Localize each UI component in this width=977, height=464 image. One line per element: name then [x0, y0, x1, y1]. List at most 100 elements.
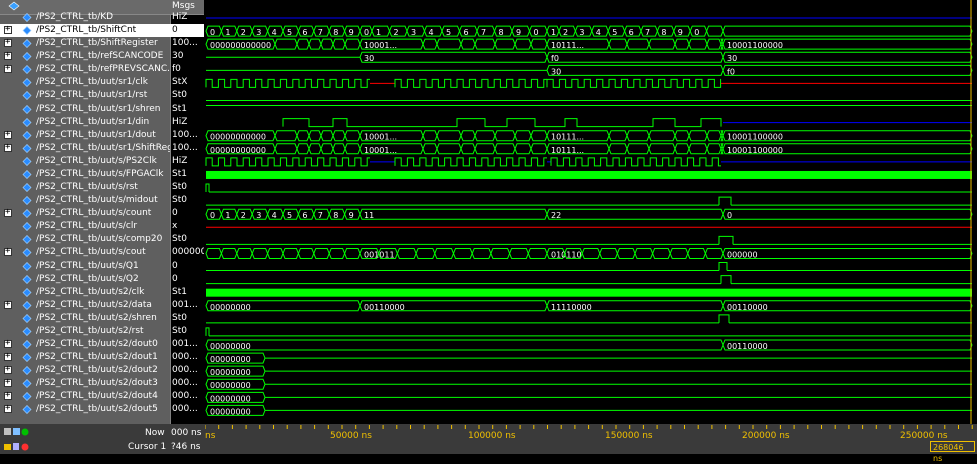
signal-diamond-icon — [22, 156, 32, 166]
pulse-wave — [205, 327, 210, 336]
signal-row[interactable]: /PS2_CTRL_tb/uut/s2/shren St0 — [0, 312, 204, 325]
signal-diamond-icon — [22, 91, 32, 101]
bus-value-label: 2 — [241, 28, 246, 37]
bus-segment — [251, 247, 269, 259]
signal-row[interactable]: /PS2_CTRL_tb/uut/s2/dout5 000... — [0, 403, 204, 416]
expand-icon[interactable] — [4, 351, 12, 362]
bus-segment — [274, 38, 298, 50]
signal-row[interactable]: /PS2_CTRL_tb/uut/s2/clk St1 — [0, 286, 204, 299]
bus-segment — [422, 38, 438, 50]
expand-icon[interactable] — [4, 299, 12, 309]
bus-segment — [706, 130, 722, 142]
signal-diamond-icon — [22, 405, 32, 415]
expand-icon[interactable] — [4, 377, 12, 388]
signal-row[interactable]: /PS2_CTRL_tb/uut/s/PS2Clk HiZ — [0, 155, 204, 168]
wave-toolbar-icon[interactable] — [8, 1, 20, 11]
signal-diamond-icon — [22, 39, 32, 49]
bus-segment — [648, 143, 676, 155]
bus-segment — [608, 143, 628, 155]
signal-row[interactable]: /PS2_CTRL_tb/uut/s/rst St0 — [0, 181, 204, 194]
signal-row[interactable]: /PS2_CTRL_tb/uut/s2/rst St0 — [0, 325, 204, 338]
waveform-canvas[interactable]: 0 1 2 3 4 5 6 7 8 9 0 1 2 3 4 5 6 7 8 9 0 1 2 3 4 5 6 7 8 9 0000000000… — [205, 0, 977, 424]
signal-row[interactable]: /PS2_CTRL_tb/refSCANCODE 30 — [0, 50, 204, 63]
expand-icon[interactable] — [4, 63, 12, 74]
expand-icon[interactable] — [4, 142, 12, 152]
signal-value: 000... — [172, 391, 198, 402]
bus-value-label: 4 — [596, 28, 601, 37]
expand-icon[interactable] — [4, 338, 12, 348]
signal-row[interactable]: /PS2_CTRL_tb/ShiftCnt 0 — [0, 24, 204, 38]
expand-icon[interactable] — [4, 403, 12, 414]
bus-segment — [220, 247, 238, 259]
bus-value-label: 11110000 — [551, 303, 592, 312]
bus-value-label: 00000000 — [210, 381, 251, 390]
bus-value-label: 3 — [256, 28, 261, 37]
now-value: 000 ns — [171, 428, 202, 438]
signal-row[interactable]: /PS2_CTRL_tb/KD HiZ — [0, 11, 204, 24]
expand-icon[interactable] — [4, 37, 12, 48]
cursor-time-readout[interactable]: 268046 ns — [930, 441, 975, 463]
signal-name: /PS2_CTRL_tb/uut/s2/dout5 — [36, 404, 158, 415]
signal-row[interactable]: /PS2_CTRL_tb/uut/s2/data 001... — [0, 299, 204, 312]
signal-row[interactable]: /PS2_CTRL_tb/uut/s/count 0 — [0, 207, 204, 220]
signal-row[interactable]: /PS2_CTRL_tb/refPREVSCANC...f0 — [0, 63, 204, 76]
signal-row[interactable]: /PS2_CTRL_tb/uut/s/cout 000000 — [0, 246, 204, 259]
expand-icon[interactable] — [4, 364, 12, 375]
signal-row[interactable]: /PS2_CTRL_tb/uut/sr1/shren St1 — [0, 103, 204, 116]
signal-row[interactable]: /PS2_CTRL_tb/uut/s/Q1 0 — [0, 260, 204, 273]
signal-row[interactable]: /PS2_CTRL_tb/ShiftRegister 100... — [0, 37, 204, 50]
signal-name: /PS2_CTRL_tb/uut/sr1/rst — [36, 90, 148, 101]
bus-value-label: 0 — [727, 211, 732, 220]
bus-segment — [344, 247, 361, 259]
bus-value-label: 10001100000 — [727, 146, 783, 155]
cursor-toolbar-icons[interactable] — [4, 441, 30, 452]
signal-name: /PS2_CTRL_tb/KD — [36, 12, 114, 22]
signal-row[interactable]: /PS2_CTRL_tb/uut/sr1/clk StX — [0, 76, 204, 89]
signal-row[interactable]: /PS2_CTRL_tb/uut/s/clr x — [0, 220, 204, 233]
bus-value-label: 000000 — [727, 250, 758, 259]
signal-diamond-icon — [22, 235, 32, 245]
expand-icon[interactable] — [4, 390, 12, 401]
signal-row[interactable]: /PS2_CTRL_tb/uut/s/Q2 0 — [0, 273, 204, 286]
bus-value-label: 4 — [272, 211, 277, 220]
bus-value-label: 00000000 — [210, 407, 251, 416]
signal-name: /PS2_CTRL_tb/uut/s2/dout2 — [36, 365, 158, 376]
expand-icon[interactable] — [4, 207, 12, 218]
signal-row[interactable]: /PS2_CTRL_tb/uut/s2/dout2 000... — [0, 364, 204, 377]
expand-icon[interactable] — [4, 246, 12, 257]
signal-row[interactable]: /PS2_CTRL_tb/uut/s2/dout1 000... — [0, 351, 204, 364]
bus-segment — [205, 339, 724, 351]
bus-segment — [546, 208, 724, 220]
clock-wave — [205, 157, 370, 167]
time-tick-label: 150000 ns — [605, 431, 653, 441]
bus-segment — [722, 247, 973, 259]
signal-value: 0 — [172, 273, 178, 284]
expand-icon[interactable] — [4, 24, 12, 35]
signal-row[interactable]: /PS2_CTRL_tb/uut/sr1/ShiftReg...100... — [0, 142, 204, 155]
bus-value-label: 8 — [333, 28, 338, 37]
now-label: Now — [145, 428, 165, 438]
expand-icon[interactable] — [4, 50, 12, 61]
bus-segment — [436, 130, 462, 142]
timeline-toolbar-icons[interactable] — [4, 427, 30, 437]
signal-row[interactable]: /PS2_CTRL_tb/uut/sr1/din HiZ — [0, 116, 204, 129]
bus-segment — [722, 25, 973, 37]
signal-row[interactable]: /PS2_CTRL_tb/uut/sr1/dout 100... — [0, 129, 204, 142]
signal-row[interactable]: /PS2_CTRL_tb/uut/s2/dout4 000... — [0, 390, 204, 403]
expand-icon[interactable] — [4, 129, 12, 139]
signal-row[interactable]: /PS2_CTRL_tb/uut/s2/dout0 001... — [0, 338, 204, 351]
signal-row[interactable]: /PS2_CTRL_tb/uut/s2/dout3 000... — [0, 377, 204, 390]
signal-row[interactable]: /PS2_CTRL_tb/uut/sr1/rst St0 — [0, 89, 204, 102]
signal-diamond-icon — [22, 143, 32, 153]
signal-name: /PS2_CTRL_tb/uut/sr1/clk — [36, 77, 148, 88]
signal-value: HiZ — [172, 116, 188, 127]
bus-segment — [514, 38, 532, 50]
bus-value-label: 00000000 — [210, 368, 251, 377]
time-tick-label: 250000 ns — [900, 431, 948, 441]
signal-row[interactable]: /PS2_CTRL_tb/uut/s/comp20 St0 — [0, 233, 204, 246]
bus-segment — [608, 38, 628, 50]
signal-row[interactable]: /PS2_CTRL_tb/uut/s/midout St0 — [0, 194, 204, 207]
bus-segment — [626, 130, 650, 142]
signal-diamond-icon — [22, 104, 32, 114]
signal-row[interactable]: /PS2_CTRL_tb/uut/s/FPGAClk St1 — [0, 168, 204, 181]
